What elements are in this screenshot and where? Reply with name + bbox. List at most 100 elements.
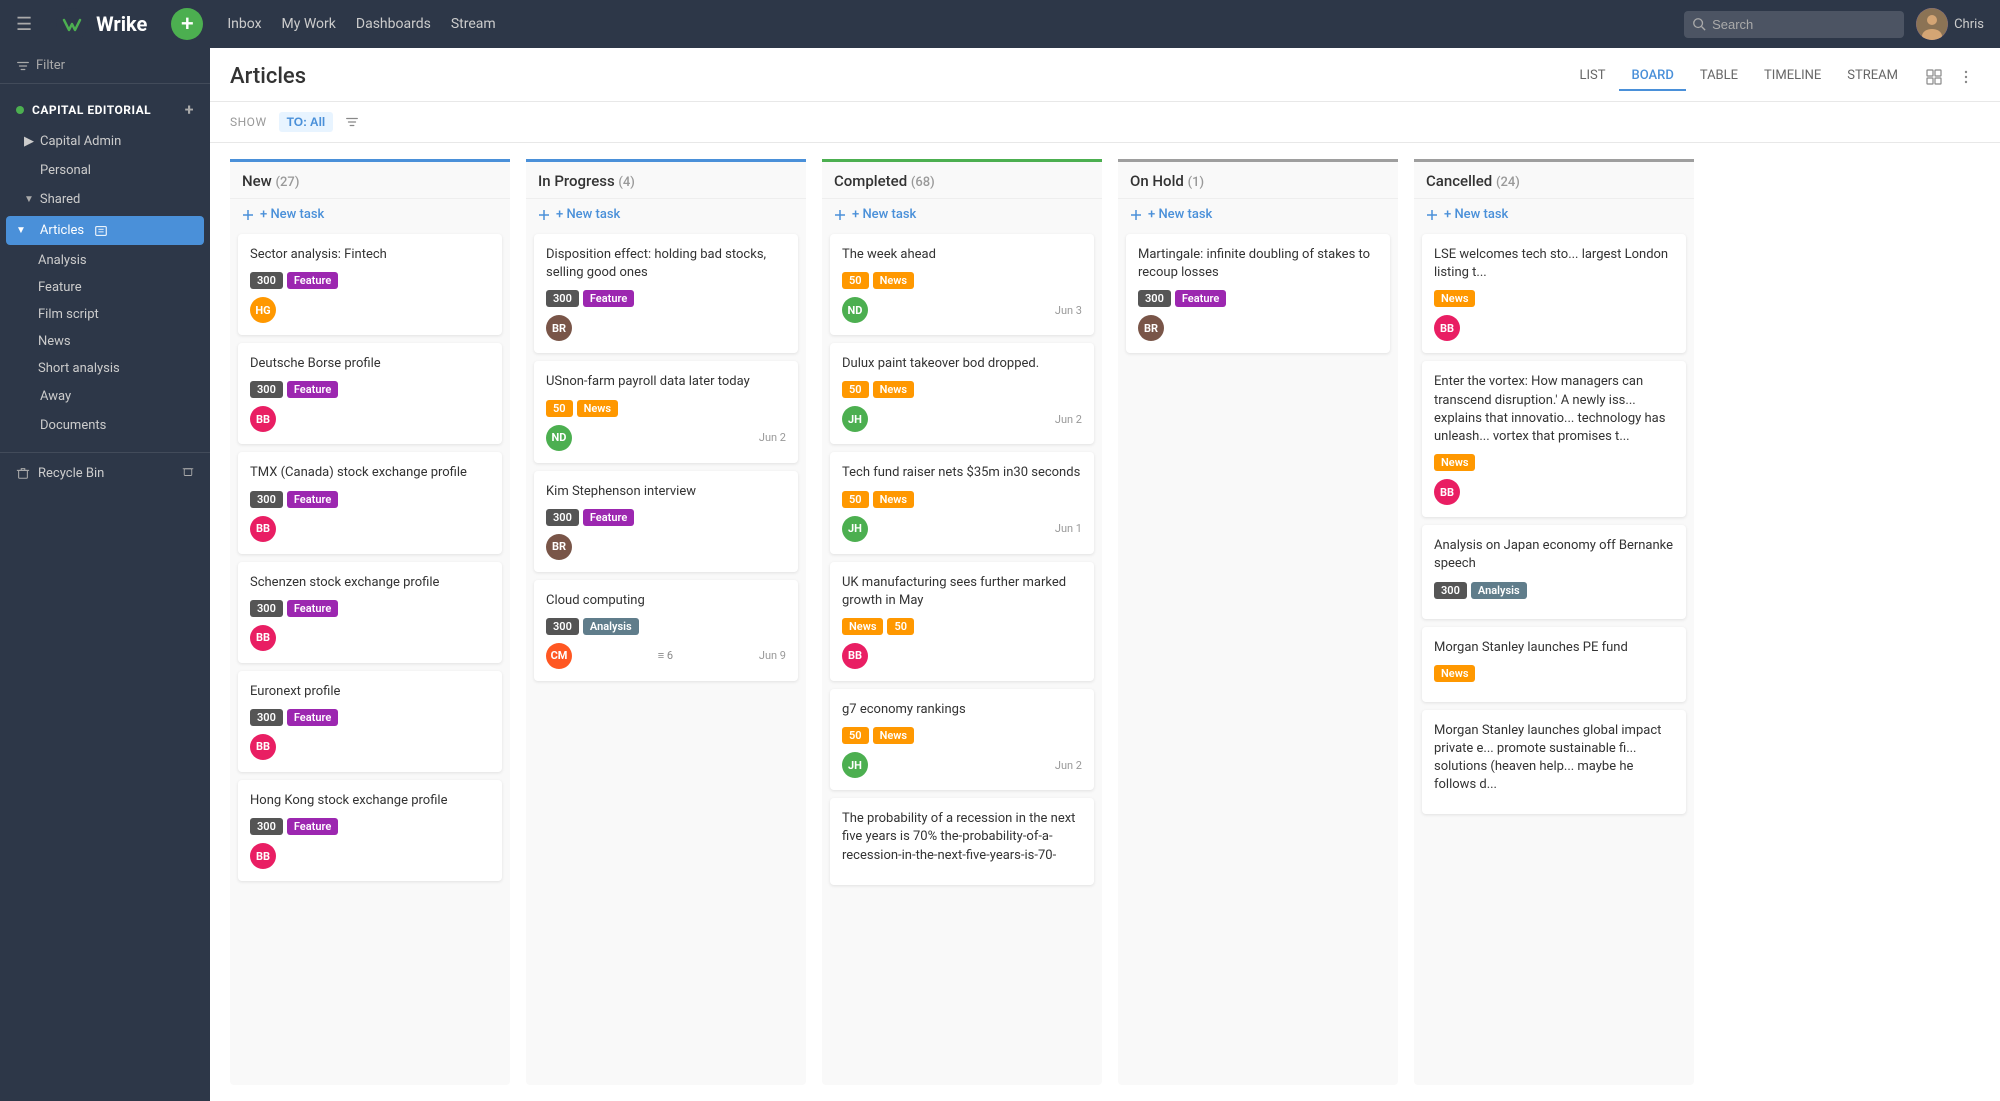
task-card[interactable]: UK manufacturing sees further marked gro… <box>830 562 1094 681</box>
card-tags: 300Analysis <box>546 618 786 635</box>
column-header-in-progress: In Progress (4) <box>526 159 806 198</box>
task-card[interactable]: USnon-farm payroll data later today 50Ne… <box>534 361 798 462</box>
filter-label: Filter <box>36 58 65 73</box>
task-card[interactable]: Disposition effect: holding bad stocks, … <box>534 234 798 353</box>
sidebar-item-news[interactable]: News <box>0 328 210 355</box>
sidebar-item-film-script[interactable]: Film script <box>0 301 210 328</box>
new-task-button-completed[interactable]: + New task <box>822 198 1102 230</box>
board-column-new: New (27)+ New task Sector analysis: Fint… <box>230 159 510 1085</box>
task-card[interactable]: Schenzen stock exchange profile 300Featu… <box>238 562 502 663</box>
sidebar-filter[interactable]: Filter <box>0 48 210 84</box>
sidebar-item-articles[interactable]: ▼ Articles <box>6 216 204 245</box>
chevron-icon: ▼ <box>16 225 26 236</box>
trash-action-icon[interactable] <box>182 465 194 481</box>
tag: 300 <box>546 290 579 307</box>
board-column-cancelled: Cancelled (24)+ New task LSE welcomes te… <box>1414 159 1694 1085</box>
task-card[interactable]: Deutsche Borse profile 300Feature BB <box>238 343 502 444</box>
card-footer: BB <box>250 625 490 651</box>
card-date: Jun 9 <box>759 649 786 662</box>
sidebar-item-analysis[interactable]: Analysis <box>0 247 210 274</box>
task-card[interactable]: Tech fund raiser nets $35m in30 seconds … <box>830 452 1094 553</box>
task-card[interactable]: The week ahead 50News NDJun 3 <box>830 234 1094 335</box>
new-task-button-new[interactable]: + New task <box>230 198 510 230</box>
card-title: The week ahead <box>842 246 1082 264</box>
task-card[interactable]: Kim Stephenson interview 300Feature BR <box>534 471 798 572</box>
to-all-button[interactable]: TO: All <box>279 112 334 132</box>
task-card[interactable]: Cloud computing 300Analysis CM ≡ 6 Jun 9 <box>534 580 798 681</box>
sidebar-item-short-analysis[interactable]: Short analysis <box>0 355 210 382</box>
sidebar-item-personal[interactable]: Personal <box>0 156 210 185</box>
sidebar-item-away[interactable]: Away <box>0 382 210 411</box>
card-avatar: CM <box>546 643 572 669</box>
content-header: Articles LIST BOARD TABLE TIMELINE STREA… <box>210 48 2000 102</box>
search-input[interactable] <box>1684 11 1904 38</box>
card-title: USnon-farm payroll data later today <box>546 373 786 391</box>
tab-board[interactable]: BOARD <box>1619 62 1685 91</box>
card-avatar: ND <box>546 425 572 451</box>
sidebar-item-recycle-bin[interactable]: Recycle Bin <box>0 457 210 489</box>
card-avatar: BR <box>1138 315 1164 341</box>
tag: 300 <box>250 600 283 617</box>
tab-stream[interactable]: STREAM <box>1835 62 1910 91</box>
task-card[interactable]: TMX (Canada) stock exchange profile 300F… <box>238 452 502 553</box>
card-title: Morgan Stanley launches global impact pr… <box>1434 722 1674 795</box>
menu-icon[interactable]: ☰ <box>16 14 32 35</box>
task-card[interactable]: Analysis on Japan economy off Bernanke s… <box>1422 525 1686 618</box>
new-task-button-cancelled[interactable]: + New task <box>1414 198 1694 230</box>
task-card[interactable]: g7 economy rankings 50News JHJun 2 <box>830 689 1094 790</box>
task-card[interactable]: Sector analysis: Fintech 300Feature HG <box>238 234 502 335</box>
new-task-button-in-progress[interactable]: + New task <box>526 198 806 230</box>
task-card[interactable]: Hong Kong stock exchange profile 300Feat… <box>238 780 502 881</box>
card-footer: NDJun 3 <box>842 297 1082 323</box>
card-footer: JHJun 2 <box>842 406 1082 432</box>
task-card[interactable]: Euronext profile 300Feature BB <box>238 671 502 772</box>
tag: 50 <box>546 400 573 417</box>
filter-icon[interactable] <box>345 115 359 129</box>
sidebar-add-icon[interactable]: + <box>185 100 194 119</box>
card-footer: BR <box>1138 315 1378 341</box>
card-avatar: JH <box>842 752 868 778</box>
column-cards-in-progress: Disposition effect: holding bad stocks, … <box>526 230 806 1085</box>
card-avatar: BB <box>1434 315 1460 341</box>
task-card[interactable]: Dulux paint takeover bod dropped. 50News… <box>830 343 1094 444</box>
card-title: Deutsche Borse profile <box>250 355 490 373</box>
card-avatar: JH <box>842 406 868 432</box>
tab-table[interactable]: TABLE <box>1688 62 1750 91</box>
articles-icon <box>94 224 108 238</box>
sidebar-item-capital-admin[interactable]: ▶ Capital Admin <box>0 127 210 156</box>
user-profile[interactable]: Chris <box>1916 8 1984 40</box>
tag: 300 <box>546 509 579 526</box>
tag: 50 <box>842 272 869 289</box>
task-card[interactable]: Enter the vortex: How managers can trans… <box>1422 361 1686 517</box>
card-title: Cloud computing <box>546 592 786 610</box>
nav-mywork[interactable]: My Work <box>282 16 336 32</box>
column-cards-completed: The week ahead 50News NDJun 3 Dulux pain… <box>822 230 1102 1085</box>
tag: 300 <box>546 618 579 635</box>
sidebar-item-shared[interactable]: ▼ Shared <box>0 185 210 214</box>
nav-inbox[interactable]: Inbox <box>227 16 261 32</box>
tab-list[interactable]: LIST <box>1567 62 1617 91</box>
task-card[interactable]: The probability of a recession in the ne… <box>830 798 1094 885</box>
column-cards-on-hold: Martingale: infinite doubling of stakes … <box>1118 230 1398 1085</box>
new-task-button-on-hold[interactable]: + New task <box>1118 198 1398 230</box>
sidebar-item-feature[interactable]: Feature <box>0 274 210 301</box>
new-task-label-on-hold: + New task <box>1148 207 1212 222</box>
add-button[interactable]: + <box>171 8 203 40</box>
content-subheader: SHOW TO: All <box>210 102 2000 143</box>
nav-dashboards[interactable]: Dashboards <box>356 16 431 32</box>
tab-timeline[interactable]: TIMELINE <box>1752 62 1833 91</box>
plus-icon <box>538 209 550 221</box>
task-card[interactable]: Morgan Stanley launches PE fund News <box>1422 627 1686 702</box>
sidebar-item-documents[interactable]: Documents <box>0 411 210 440</box>
task-card[interactable]: LSE welcomes tech sto... largest London … <box>1422 234 1686 353</box>
card-subtask-count: ≡ 6 <box>658 649 673 662</box>
grid-view-icon[interactable] <box>1920 63 1948 91</box>
more-options-icon[interactable] <box>1952 63 1980 91</box>
card-footer: BB <box>842 643 1082 669</box>
card-avatar: BB <box>842 643 868 669</box>
task-card[interactable]: Morgan Stanley launches global impact pr… <box>1422 710 1686 815</box>
nav-stream[interactable]: Stream <box>451 16 496 32</box>
task-card[interactable]: Martingale: infinite doubling of stakes … <box>1126 234 1390 353</box>
sidebar-capital-header[interactable]: CAPITAL EDITORIAL + <box>0 92 210 127</box>
card-tags: News <box>1434 290 1674 307</box>
